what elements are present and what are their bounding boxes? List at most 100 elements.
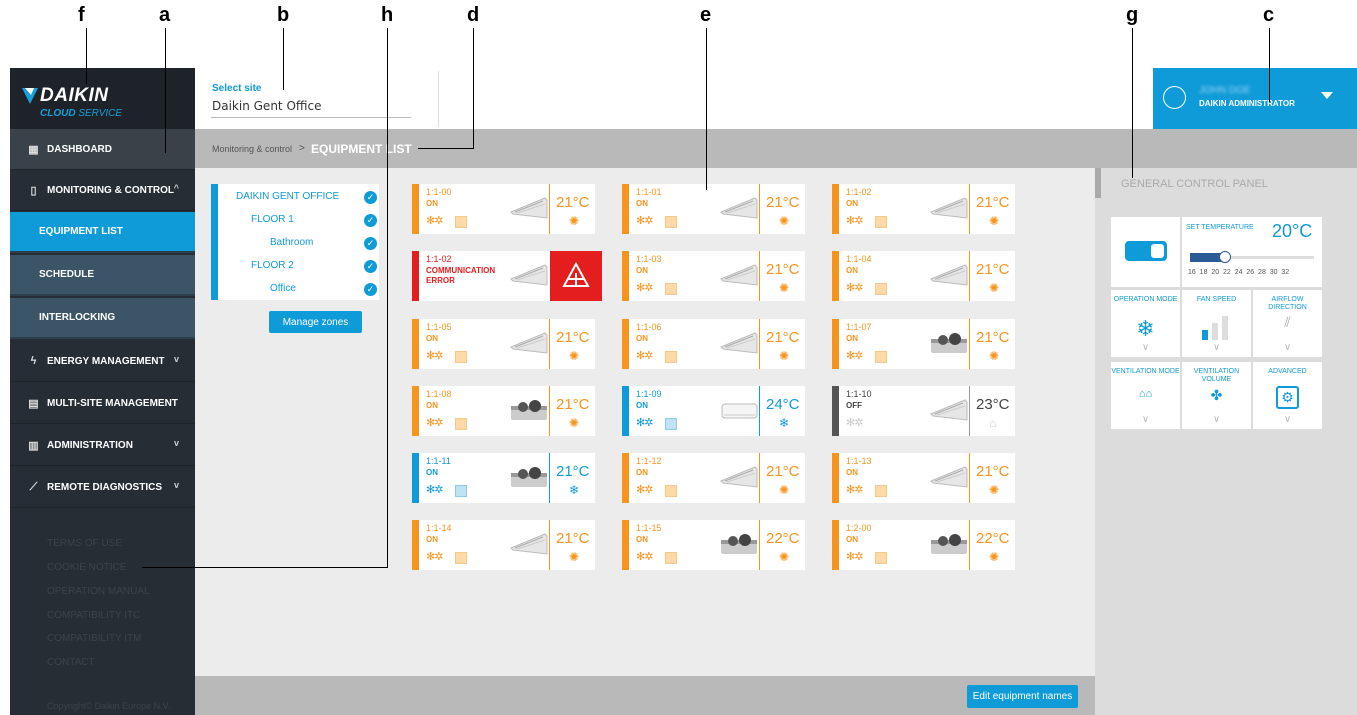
card-divider — [549, 520, 550, 570]
brand-sub-light: SERVICE — [78, 108, 123, 119]
temperature-slider[interactable] — [1190, 251, 1314, 263]
nav-multi-site-management[interactable]: ▤ MULTI-SITE MANAGEMENT — [10, 383, 195, 424]
fan-speed-icon — [1202, 316, 1228, 340]
daikin-logo[interactable]: DAIKIN CLOUD SERVICE — [10, 68, 195, 129]
card-divider — [549, 184, 550, 234]
equipment-card[interactable]: 1:1-02 COMMUNICATION ERROR — [412, 251, 602, 301]
brand-name: DAIKIN — [40, 85, 109, 106]
sidebar: DAIKIN CLOUD SERVICE ▦ DASHBOARD ▯ MONITOR… — [10, 68, 195, 715]
card-divider — [759, 319, 760, 369]
nav-equipment-list[interactable]: EQUIPMENT LIST — [10, 212, 195, 253]
equipment-card[interactable]: 1:1-03 ON ✻✲ 21°C ✺ — [622, 251, 805, 301]
card-divider — [759, 520, 760, 570]
equipment-card[interactable]: 1:1-13 ON ✻✲ 21°C ✺ — [832, 453, 1015, 503]
cool-mode-icon: ❄ — [779, 416, 790, 430]
nav-dashboard[interactable]: ▦ DASHBOARD — [10, 129, 195, 170]
tile-label: VENTILATION MODE — [1111, 368, 1180, 375]
equipment-temperature: 21°C — [976, 463, 1010, 480]
equipment-card[interactable]: 1:1-15 ON ✻✲ 22°C ✺ — [622, 520, 805, 570]
tile-label: VENTILATION VOLUME — [1193, 368, 1240, 383]
mode-icons: ✻✲ — [636, 417, 653, 429]
set-temperature-tile: SET TEMPERATURE 20°C 16 18 20 22 24 26 2… — [1182, 217, 1322, 287]
equipment-card[interactable]: 1:2-00 ON ✻✲ 22°C ✺ — [832, 520, 1015, 570]
user-menu[interactable]: JOHN DOE DAIKIN ADMINISTRATOR — [1153, 68, 1357, 129]
panel-scrollbar[interactable] — [1095, 168, 1101, 198]
card-divider — [759, 386, 760, 436]
site-select[interactable]: Daikin Gent Office — [212, 99, 321, 113]
site-select-label: Select site — [212, 83, 262, 94]
equipment-card[interactable]: 1:1-01 ON ✻✲ 21°C ✺ — [622, 184, 805, 234]
check-icon[interactable]: ✓ — [364, 237, 377, 250]
nav-administration[interactable]: ▥ ADMINISTRATION v — [10, 425, 195, 466]
mode-icons: ✻✲ — [846, 551, 863, 563]
heat-mode-icon: ✺ — [569, 416, 580, 430]
check-icon[interactable]: ✓ — [364, 191, 377, 204]
card-divider — [759, 453, 760, 503]
ventilation-mode-tile[interactable]: VENTILATION MODE ⌂⌂ ∨ — [1111, 362, 1180, 429]
zone-item[interactable]: FLOOR 1 — [251, 214, 294, 225]
zone-item[interactable]: Bathroom — [270, 237, 313, 248]
fan-speed-tile[interactable]: FAN SPEED ∨ — [1182, 290, 1251, 357]
equipment-card[interactable]: 1:1-09 ON ✻✲ 24°C ❄ — [622, 386, 805, 436]
equipment-card[interactable]: 1:1-04 ON ✻✲ 21°C ✺ — [832, 251, 1015, 301]
edit-equipment-names-button[interactable]: Edit equipment names — [967, 685, 1078, 708]
check-icon[interactable]: ✓ — [364, 283, 377, 296]
breadcrumb-parent[interactable]: Monitoring & control — [212, 144, 292, 154]
card-divider — [969, 184, 970, 234]
operation-mode-tile[interactable]: OPERATION MODE ❄ ∨ — [1111, 290, 1180, 357]
nav-schedule[interactable]: SCHEDULE — [10, 255, 195, 296]
equipment-id: 1:1-15 — [636, 523, 662, 533]
footer-link-manual[interactable]: OPERATION MANUAL — [47, 586, 150, 597]
nav-interlocking[interactable]: INTERLOCKING — [10, 298, 195, 339]
duct-unit-icon — [931, 534, 967, 554]
home-icon: ⌂ — [989, 416, 997, 430]
filter-status-icon — [455, 216, 467, 228]
equipment-card[interactable]: 1:1-00 ON ✻✲ 21°C ✺ — [412, 184, 595, 234]
callout-a: a — [159, 4, 171, 26]
zone-item[interactable]: FLOOR 2 — [251, 260, 294, 271]
ventilation-volume-tile[interactable]: VENTILATION VOLUME ✤ ∨ — [1182, 362, 1251, 429]
equipment-card[interactable]: 1:1-06 ON ✻✲ 21°C ✺ — [622, 319, 805, 369]
zone-item[interactable]: DAIKIN GENT OFFICE — [236, 191, 339, 202]
footer-link-terms[interactable]: TERMS OF USE — [47, 538, 122, 549]
airflow-direction-tile[interactable]: AIRFLOW DIRECTION ⫽ ∨ — [1253, 290, 1322, 357]
advanced-tile[interactable]: ADVANCED ⚙ ∨ — [1253, 362, 1322, 429]
nav-energy-management[interactable]: ϟ ENERGY MANAGEMENT v — [10, 341, 195, 382]
callout-g: g — [1126, 4, 1139, 26]
check-icon[interactable]: ✓ — [364, 260, 377, 273]
zone-tree: DAIKIN GENT OFFICE ✓ FLOOR 1 ✓ Bathroom … — [211, 184, 379, 300]
footer-link-itc[interactable]: COMPATIBILITY ITC — [47, 610, 140, 621]
chevron-down-icon: ∨ — [1141, 342, 1150, 353]
equipment-id: 1:1-10 — [846, 389, 872, 399]
power-toggle[interactable] — [1125, 241, 1167, 261]
equipment-card[interactable]: 1:1-12 ON ✻✲ 21°C ✺ — [622, 453, 805, 503]
equipment-temperature: 21°C — [976, 194, 1010, 211]
slider-handle[interactable] — [1219, 251, 1231, 263]
caret-down-icon[interactable] — [1321, 92, 1333, 99]
equipment-card[interactable]: 1:1-11 ON ✻✲ 21°C ❄ — [412, 453, 595, 503]
equipment-card[interactable]: 1:1-10 OFF ✻✲ 23°C ⌂ — [832, 386, 1015, 436]
callout-line-g — [1132, 28, 1133, 178]
chevron-up-icon: ^ — [173, 183, 179, 193]
nav-monitoring-control[interactable]: ▯ MONITORING & CONTROL ^ — [10, 170, 195, 211]
snowflake-icon: ❄ — [1136, 316, 1155, 341]
user-role: DAIKIN ADMINISTRATOR — [1199, 99, 1295, 108]
equipment-card[interactable]: 1:1-07 ON ✻✲ 21°C ✺ — [832, 319, 1015, 369]
mode-icons: ✻✲ — [636, 484, 653, 496]
footer-link-contact[interactable]: CONTACT — [47, 657, 95, 668]
footer-link-itm[interactable]: COMPATIBILITY ITM — [47, 633, 141, 644]
dashboard-icon: ▦ — [28, 143, 39, 156]
manage-zones-button[interactable]: Manage zones — [269, 311, 362, 333]
zone-item[interactable]: Office — [270, 283, 296, 294]
equipment-card[interactable]: 1:1-14 ON ✻✲ 21°C ✺ — [412, 520, 595, 570]
nav-remote-diagnostics[interactable]: ⟋ REMOTE DIAGNOSTICS v — [10, 467, 195, 508]
equipment-card[interactable]: 1:1-05 ON ✻✲ 21°C ✺ — [412, 319, 595, 369]
equipment-card[interactable]: 1:1-08 ON ✻✲ 21°C ✺ — [412, 386, 595, 436]
mode-icons: ✻✲ — [636, 350, 653, 362]
equipment-card[interactable]: 1:1-02 ON ✻✲ 21°C ✺ — [832, 184, 1015, 234]
callout-line-d — [473, 28, 474, 149]
footer-link-cookie[interactable]: COOKIE NOTICE — [47, 562, 126, 573]
check-icon[interactable]: ✓ — [364, 214, 377, 227]
cool-mode-icon: ❄ — [569, 483, 580, 497]
equipment-temperature: 21°C — [556, 194, 590, 211]
